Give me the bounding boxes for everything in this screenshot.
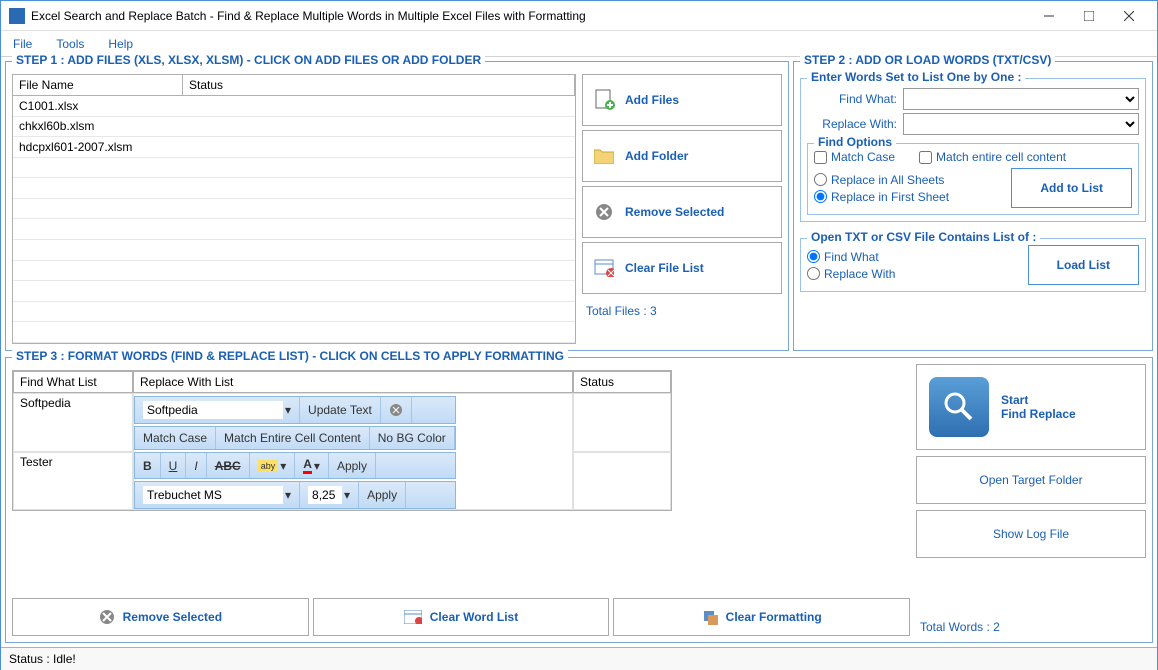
step1-panel: STEP 1 : ADD FILES (XLS, XLSX, XLSM) - C… xyxy=(5,61,789,351)
replace-all-radio[interactable]: Replace in All Sheets xyxy=(814,173,1011,187)
remove-icon xyxy=(99,609,115,625)
font-size-select[interactable]: ▾ xyxy=(300,482,359,508)
find-options-title: Find Options xyxy=(814,135,896,149)
clear-list-icon xyxy=(593,257,615,279)
maximize-button[interactable] xyxy=(1069,4,1109,28)
statusbar: Status : Idle! xyxy=(1,647,1157,670)
search-icon xyxy=(929,377,989,437)
menu-help[interactable]: Help xyxy=(108,37,133,51)
match-entire-check[interactable]: Match entire cell content xyxy=(919,150,1066,164)
step1-title: STEP 1 : ADD FILES (XLS, XLSX, XLSM) - C… xyxy=(12,53,485,67)
bold-button[interactable]: B xyxy=(135,453,161,478)
find-what-label: Find What: xyxy=(807,92,897,106)
col-filename[interactable]: File Name xyxy=(13,75,183,96)
font-select[interactable]: ▾ xyxy=(135,482,300,508)
menu-tools[interactable]: Tools xyxy=(56,37,84,51)
cancel-icon[interactable] xyxy=(381,397,412,423)
replace-with-combo[interactable] xyxy=(903,113,1139,135)
show-log-file-button[interactable]: Show Log File xyxy=(916,510,1146,558)
fmt-match-case[interactable]: Match Case xyxy=(135,427,216,449)
step2-title: STEP 2 : ADD OR LOAD WORDS (TXT/CSV) xyxy=(800,53,1055,67)
remove-icon xyxy=(593,201,615,223)
update-text-button[interactable]: Update Text xyxy=(300,397,381,423)
table-row[interactable]: hdcpxl601-2007.xlsm xyxy=(13,137,575,158)
col-status[interactable]: Status xyxy=(183,75,575,96)
add-to-list-button[interactable]: Add to List xyxy=(1011,168,1132,208)
open-replace-with-radio[interactable]: Replace With xyxy=(807,267,1028,281)
col-find-what[interactable]: Find What List xyxy=(13,371,133,393)
format-table[interactable]: Find What List Replace With List Status … xyxy=(12,370,672,511)
col-replace-with[interactable]: Replace With List xyxy=(133,371,573,393)
total-files: Total Files : 3 xyxy=(582,298,782,320)
replace-first-radio[interactable]: Replace in First Sheet xyxy=(814,190,1011,204)
strike-button[interactable]: ABC xyxy=(207,453,250,478)
enter-words-title: Enter Words Set to List One by One : xyxy=(807,70,1025,84)
fmt-no-bg[interactable]: No BG Color xyxy=(370,427,455,449)
titlebar: Excel Search and Replace Batch - Find & … xyxy=(1,1,1157,31)
remove-selected-button[interactable]: Remove Selected xyxy=(582,186,782,238)
step3-panel: STEP 3 : FORMAT WORDS (FIND & REPLACE LI… xyxy=(5,357,1153,643)
replace-text-input[interactable]: ▾ xyxy=(135,397,300,423)
close-button[interactable] xyxy=(1109,4,1149,28)
format-icon xyxy=(702,609,718,625)
col-status3[interactable]: Status xyxy=(573,371,671,393)
open-target-folder-button[interactable]: Open Target Folder xyxy=(916,456,1146,504)
apply-fmt-button[interactable]: Apply xyxy=(329,453,376,478)
add-files-icon xyxy=(593,89,615,111)
step3-title: STEP 3 : FORMAT WORDS (FIND & REPLACE LI… xyxy=(12,349,568,363)
table-row[interactable]: C1001.xlsx xyxy=(13,96,575,117)
match-case-check[interactable]: Match Case xyxy=(814,150,895,164)
remove-selected-word-button[interactable]: Remove Selected xyxy=(12,598,309,636)
italic-button[interactable]: I xyxy=(186,453,206,478)
minimize-button[interactable] xyxy=(1029,4,1069,28)
menu-file[interactable]: File xyxy=(13,37,32,51)
app-icon xyxy=(9,8,25,24)
find-what-combo[interactable] xyxy=(903,88,1139,110)
add-folder-button[interactable]: Add Folder xyxy=(582,130,782,182)
step2-panel: STEP 2 : ADD OR LOAD WORDS (TXT/CSV) Ent… xyxy=(793,61,1153,351)
clear-word-list-button[interactable]: Clear Word List xyxy=(313,598,610,636)
replace-with-label: Replace With: xyxy=(807,117,897,131)
underline-button[interactable]: U xyxy=(161,453,187,478)
file-table[interactable]: File Name Status C1001.xlsx chkxl60b.xls… xyxy=(12,74,576,344)
load-list-button[interactable]: Load List xyxy=(1028,245,1139,285)
list-icon xyxy=(404,610,422,624)
fmt-match-entire[interactable]: Match Entire Cell Content xyxy=(216,427,370,449)
open-txt-title: Open TXT or CSV File Contains List of : xyxy=(807,230,1040,244)
window-title: Excel Search and Replace Batch - Find & … xyxy=(31,9,1029,23)
clear-file-list-button[interactable]: Clear File List xyxy=(582,242,782,294)
table-row[interactable]: Softpedia ▾ Update Text Match Case xyxy=(13,393,671,452)
total-words: Total Words : 2 xyxy=(916,614,1146,636)
apply-font-button[interactable]: Apply xyxy=(359,482,406,508)
add-files-button[interactable]: Add Files xyxy=(582,74,782,126)
font-color-button[interactable]: A▾ xyxy=(295,453,329,478)
start-find-replace-button[interactable]: StartFind Replace xyxy=(916,364,1146,450)
folder-icon xyxy=(593,145,615,167)
clear-formatting-button[interactable]: Clear Formatting xyxy=(613,598,910,636)
open-find-what-radio[interactable]: Find What xyxy=(807,250,1028,264)
highlight-button[interactable]: aby▾ xyxy=(250,453,296,478)
table-row[interactable]: chkxl60b.xlsm xyxy=(13,117,575,138)
